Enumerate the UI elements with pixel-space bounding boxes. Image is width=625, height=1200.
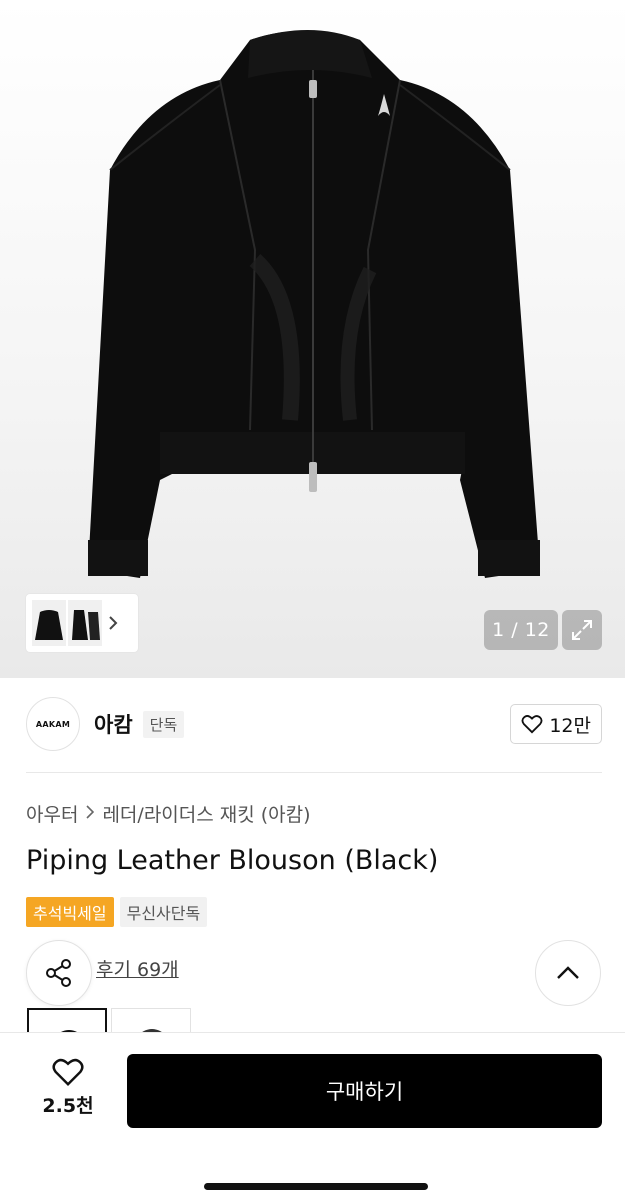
thumbnail-strip[interactable] [26,594,138,652]
brand-name[interactable]: 아캄 [94,709,133,739]
home-indicator [204,1183,428,1190]
heart-outline-icon [52,1058,84,1087]
brand-row: AAKAM 아캄 단독 12만 [26,696,602,752]
product-image [88,30,540,578]
product-image-gallery[interactable]: 1 / 12 [0,0,625,678]
buy-button[interactable]: 구매하기 [127,1054,602,1128]
brand-exclusive-badge: 단독 [142,710,185,738]
breadcrumb: 아우터 레더/라이더스 재킷 (아캄) [26,800,311,827]
product-tags: 추석빅세일 무신사단독 [26,897,208,927]
breadcrumb-category[interactable]: 아우터 [26,800,78,827]
brand-like-button[interactable]: 12만 [510,704,602,744]
sale-tag: 추석빅세일 [26,897,114,927]
thumbnail-2[interactable] [68,600,102,646]
exclusive-tag: 무신사단독 [119,897,208,927]
heart-outline-icon [521,715,543,734]
bottom-action-bar: 2.5천 구매하기 [0,1032,625,1200]
expand-icon[interactable] [562,610,602,650]
chevron-right-icon [86,803,95,824]
share-button[interactable] [26,940,92,1006]
thumbnail-1[interactable] [32,600,66,646]
brand-logo[interactable]: AAKAM [26,697,80,751]
chevron-right-icon[interactable] [104,600,122,646]
divider [26,772,602,773]
brand-logo-text: AAKAM [35,719,71,729]
chevron-up-icon [557,966,579,979]
wishlist-button[interactable]: 2.5천 [30,1057,106,1118]
scroll-top-button[interactable] [535,940,601,1006]
brand-like-count: 12만 [549,714,591,737]
image-counter: 1 / 12 [484,610,558,650]
wishlist-count: 2.5천 [42,1095,94,1117]
product-title: Piping Leather Blouson (Black) [26,845,439,876]
reviews-link[interactable]: 후기 69개 [96,955,179,982]
breadcrumb-subcategory[interactable]: 레더/라이더스 재킷 (아캄) [102,800,310,827]
share-icon [46,959,71,987]
